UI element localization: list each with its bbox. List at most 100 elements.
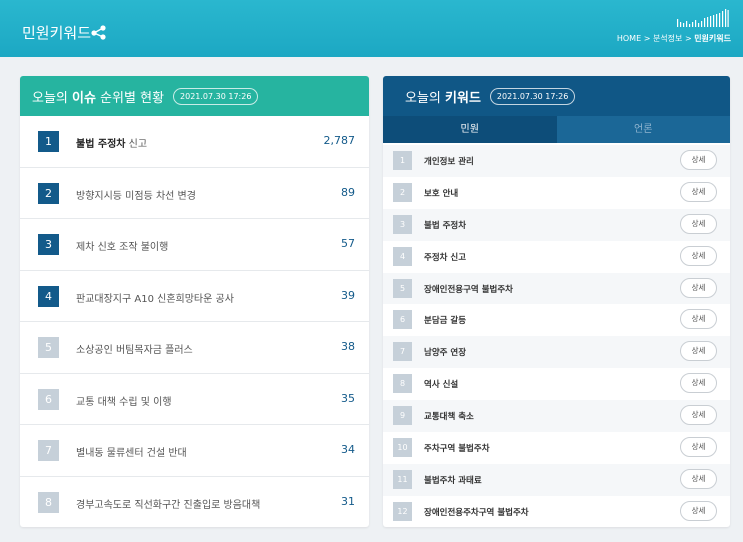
issue-text: 불법 주정차 신고 bbox=[76, 135, 147, 150]
keyword-text: 교통대책 축소 bbox=[424, 412, 474, 423]
issue-text-body: 판교대장지구 A10 신혼희망타운 공사 bbox=[76, 293, 234, 305]
issue-count: 39 bbox=[341, 288, 355, 302]
rank-badge: 10 bbox=[393, 438, 412, 458]
keyword-row: 2 보호 안내 상세 bbox=[383, 177, 730, 209]
title-prefix: 오늘의 bbox=[405, 90, 441, 106]
issue-text-body: 신고 bbox=[125, 139, 148, 150]
issue-row[interactable]: 5 소상공인 버팀목자금 플러스 38 bbox=[20, 322, 369, 374]
rank-badge: 2 bbox=[393, 182, 412, 202]
issue-panel-header: 오늘의 이슈 순위별 현황 2021.07.30 17:26 bbox=[20, 76, 369, 116]
title-suffix: 순위별 현황 bbox=[100, 90, 165, 106]
rank-badge: 9 bbox=[393, 406, 412, 426]
keyword-list: 1 개인정보 관리 상세 2 보호 안내 상세 3 불법 주정차 상세 4 주정차 신고 상세 5 장애인… bbox=[383, 145, 730, 527]
issue-panel-title: 오늘의 이슈 순위별 현황 bbox=[32, 87, 164, 106]
issue-text-bold: 불법 주정차 bbox=[76, 139, 126, 150]
keyword-row: 3 불법 주정차 상세 bbox=[383, 208, 730, 241]
detail-button[interactable]: 상세 bbox=[680, 150, 717, 170]
rank-badge: 3 bbox=[393, 214, 412, 234]
issue-text: 교통 대책 수립 및 이행 bbox=[76, 393, 172, 408]
keyword-row: 4 주정차 신고 상세 bbox=[383, 241, 730, 273]
issue-row[interactable]: 6 교통 대책 수립 및 이행 35 bbox=[20, 374, 369, 425]
detail-button[interactable]: 상세 bbox=[680, 341, 717, 362]
rank-badge: 5 bbox=[38, 337, 59, 358]
share-icon[interactable] bbox=[90, 24, 108, 40]
rank-badge: 7 bbox=[393, 342, 412, 362]
issue-text: 판교대장지구 A10 신혼희망타운 공사 bbox=[76, 290, 234, 305]
keyword-text: 개인정보 관리 bbox=[424, 157, 474, 167]
title-prefix: 오늘의 bbox=[32, 90, 68, 106]
detail-button[interactable]: 상세 bbox=[680, 373, 717, 394]
detail-button[interactable]: 상세 bbox=[680, 437, 717, 458]
tab-press[interactable]: 언론 bbox=[556, 116, 730, 143]
breadcrumb-current: 민원키워드 bbox=[694, 34, 731, 43]
issue-row[interactable]: 7 별내동 물류센터 건설 반대 34 bbox=[20, 425, 369, 477]
keyword-row: 1 개인정보 관리 상세 bbox=[383, 145, 730, 177]
keyword-row: 10 주차구역 불법주차 상세 bbox=[383, 432, 730, 464]
keyword-row: 7 남양주 연장 상세 bbox=[383, 336, 730, 369]
keyword-row: 5 장애인전용구역 불법주차 상세 bbox=[383, 272, 730, 305]
issue-count: 35 bbox=[341, 391, 355, 405]
issue-count: 2,787 bbox=[323, 134, 356, 147]
detail-button[interactable]: 상세 bbox=[680, 468, 717, 489]
rank-badge: 6 bbox=[38, 388, 59, 410]
keyword-row: 11 불법주차 과태료 상세 bbox=[383, 463, 730, 496]
issue-text-body: 교통 대책 수립 및 이행 bbox=[76, 396, 172, 408]
title-bold: 이슈 bbox=[72, 90, 96, 106]
rank-badge: 8 bbox=[393, 374, 412, 394]
breadcrumb-section[interactable]: 분석정보 bbox=[653, 34, 682, 43]
keyword-text: 보호 안내 bbox=[424, 188, 459, 199]
top-header: 민원키워드 HOME > 분석정보 > 민원키워드 bbox=[0, 0, 743, 57]
issue-row[interactable]: 8 경부고속도로 직선화구간 진출입로 방음대책 31 bbox=[20, 477, 369, 528]
issue-count: 38 bbox=[341, 340, 355, 353]
breadcrumb-home[interactable]: HOME bbox=[617, 34, 641, 43]
detail-button[interactable]: 상세 bbox=[680, 309, 717, 330]
rank-badge: 1 bbox=[38, 131, 59, 152]
keyword-panel-header: 오늘의 키워드 2021.07.30 17:26 bbox=[383, 76, 730, 116]
detail-button[interactable]: 상세 bbox=[680, 181, 717, 202]
rank-badge: 12 bbox=[393, 501, 412, 521]
issue-text: 방향지시등 미점등 차선 변경 bbox=[76, 187, 196, 202]
issue-text-body: 제차 신호 조작 불이행 bbox=[76, 242, 169, 253]
issue-ranking-panel: 오늘의 이슈 순위별 현황 2021.07.30 17:26 1 불법 주정차 신… bbox=[20, 76, 369, 527]
page-title: 민원키워드 bbox=[22, 24, 92, 42]
rank-badge: 6 bbox=[393, 310, 412, 330]
detail-button[interactable]: 상세 bbox=[680, 277, 717, 298]
issue-count: 31 bbox=[341, 494, 355, 508]
keyword-text: 남양주 연장 bbox=[424, 348, 467, 359]
issue-list: 1 불법 주정차 신고 2,787 2 방향지시등 미점등 차선 변경 89 3 제차 신호 … bbox=[20, 116, 369, 527]
issue-row[interactable]: 4 판교대장지구 A10 신혼희망타운 공사 39 bbox=[20, 271, 369, 322]
keyword-text: 장애인전용주차구역 불법주차 bbox=[424, 507, 529, 518]
issue-text: 별내동 물류센터 건설 반대 bbox=[76, 444, 187, 459]
keyword-row: 9 교통대책 축소 상세 bbox=[383, 400, 730, 433]
rank-badge: 11 bbox=[393, 469, 412, 489]
rank-badge: 7 bbox=[38, 440, 59, 461]
timestamp-badge: 2021.07.30 17:26 bbox=[173, 87, 259, 105]
rank-badge: 4 bbox=[393, 246, 412, 266]
issue-row[interactable]: 1 불법 주정차 신고 2,787 bbox=[20, 116, 369, 168]
title-bold: 키워드 bbox=[445, 90, 481, 106]
rank-badge: 4 bbox=[38, 285, 59, 307]
keyword-text: 역사 신설 bbox=[424, 380, 459, 391]
timestamp-badge: 2021.07.30 17:26 bbox=[489, 87, 576, 105]
issue-count: 89 bbox=[341, 185, 355, 199]
breadcrumb-separator: > bbox=[643, 34, 651, 43]
breadcrumb-separator: > bbox=[684, 34, 692, 43]
keyword-panel-title: 오늘의 키워드 bbox=[405, 87, 481, 106]
tab-civil-complaints[interactable]: 민원 bbox=[383, 116, 557, 143]
rank-badge: 1 bbox=[393, 151, 412, 170]
keyword-text: 주정차 신고 bbox=[424, 252, 467, 263]
detail-button[interactable]: 상세 bbox=[680, 500, 717, 521]
issue-row[interactable]: 3 제차 신호 조작 불이행 57 bbox=[20, 219, 369, 271]
issue-count: 34 bbox=[341, 443, 355, 456]
issue-text: 제차 신호 조작 불이행 bbox=[76, 238, 168, 253]
keyword-row: 12 장애인전용주차구역 불법주차 상세 bbox=[383, 496, 730, 527]
bar-graph-icon bbox=[677, 9, 729, 27]
keyword-row: 6 분담금 갈등 상세 bbox=[383, 304, 730, 336]
rank-badge: 5 bbox=[393, 278, 412, 298]
detail-button[interactable]: 상세 bbox=[680, 405, 717, 426]
issue-text-body: 경부고속도로 직선화구간 진출입로 방음대책 bbox=[76, 499, 261, 511]
keyword-text: 불법 주정차 bbox=[424, 220, 467, 231]
issue-row[interactable]: 2 방향지시등 미점등 차선 변경 89 bbox=[20, 168, 369, 219]
detail-button[interactable]: 상세 bbox=[680, 245, 717, 266]
detail-button[interactable]: 상세 bbox=[680, 213, 717, 234]
